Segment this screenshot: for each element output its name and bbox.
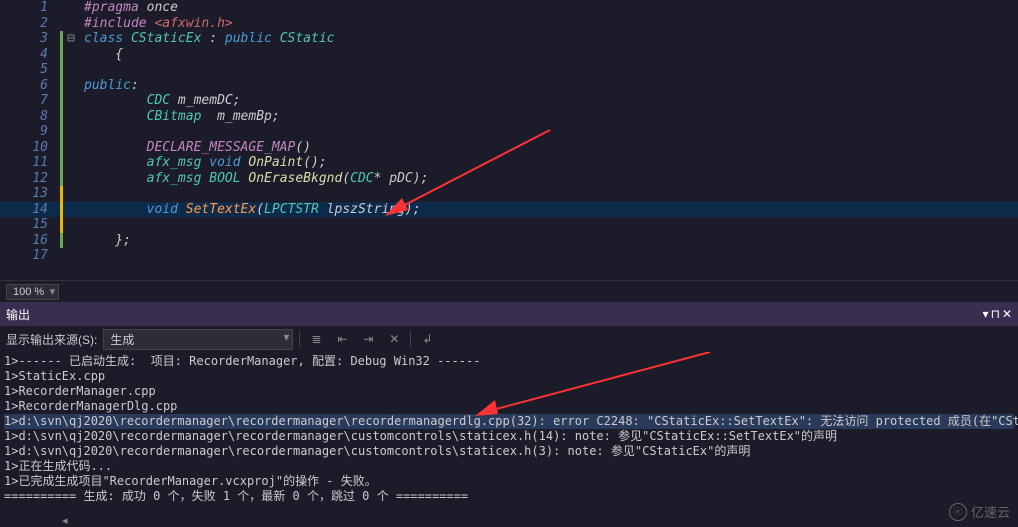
pin-icon[interactable]: ⊓ bbox=[991, 307, 1000, 321]
line-number: 8 bbox=[0, 109, 60, 125]
line-number: 2 bbox=[0, 16, 60, 32]
code-content: afx_msg BOOL OnEraseBkgnd(CDC* pDC); bbox=[76, 171, 428, 187]
output-toolbar: 显示输出来源(S): 生成 ≣ ⇤ ⇥ ✕ ↲ bbox=[0, 326, 1018, 352]
output-line: ========== 生成: 成功 0 个，失败 1 个，最新 0 个，跳过 0… bbox=[4, 489, 1014, 504]
line-number: 10 bbox=[0, 140, 60, 156]
output-source-label: 显示输出来源(S): bbox=[6, 331, 97, 348]
output-header: 输出 ▾ ⊓ ✕ bbox=[0, 302, 1018, 326]
output-line[interactable]: 1>d:\svn\qj2020\recordermanager\recorder… bbox=[4, 444, 1014, 459]
line-number: 7 bbox=[0, 93, 60, 109]
zoom-bar: 100 % ◂ bbox=[0, 280, 1018, 302]
output-line[interactable]: 1>d:\svn\qj2020\recordermanager\recorder… bbox=[4, 429, 1014, 444]
clear-icon[interactable]: ✕ bbox=[384, 329, 404, 349]
output-line: 1>正在生成代码... bbox=[4, 459, 1014, 474]
code-content: #include <afxwin.h> bbox=[76, 16, 233, 32]
wrap-icon[interactable]: ↲ bbox=[417, 329, 437, 349]
watermark-icon: ⓔ bbox=[949, 503, 967, 521]
code-content: CDC m_memDC; bbox=[76, 93, 241, 109]
line-number: 6 bbox=[0, 78, 60, 94]
output-title: 输出 bbox=[6, 306, 30, 323]
zoom-combo[interactable]: 100 % bbox=[6, 284, 59, 300]
line-number: 17 bbox=[0, 248, 60, 264]
line-number: 5 bbox=[0, 62, 60, 78]
prev-message-icon[interactable]: ⇤ bbox=[332, 329, 352, 349]
code-content: void SetTextEx(LPCTSTR lpszString); bbox=[76, 202, 421, 218]
line-number: 14 bbox=[0, 202, 60, 218]
close-icon[interactable]: ✕ bbox=[1002, 307, 1012, 321]
watermark: ⓔ 亿速云 bbox=[949, 502, 1010, 521]
code-content: #pragma once bbox=[76, 0, 178, 16]
line-number: 3 bbox=[0, 31, 60, 47]
code-content: class CStaticEx : public CStatic bbox=[76, 31, 335, 47]
annotation-arrow bbox=[470, 352, 720, 422]
line-number: 12 bbox=[0, 171, 60, 187]
line-number: 4 bbox=[0, 47, 60, 63]
next-message-icon[interactable]: ⇥ bbox=[358, 329, 378, 349]
line-number: 15 bbox=[0, 217, 60, 233]
line-number: 1 bbox=[0, 0, 60, 16]
fold-icon[interactable]: ⊟ bbox=[66, 31, 76, 47]
code-editor[interactable]: 1 #pragma once 2 #include <afxwin.h> 3 ⊟cla… bbox=[0, 0, 1018, 280]
goto-message-icon[interactable]: ≣ bbox=[306, 329, 326, 349]
line-number: 13 bbox=[0, 186, 60, 202]
output-body[interactable]: 1>------ 已启动生成: 项目: RecorderManager, 配置:… bbox=[0, 352, 1018, 527]
line-number: 11 bbox=[0, 155, 60, 171]
line-number: 9 bbox=[0, 124, 60, 140]
annotation-arrow bbox=[380, 120, 560, 220]
code-content: afx_msg void OnPaint(); bbox=[76, 155, 327, 171]
code-content: { bbox=[76, 47, 123, 63]
line-number: 16 bbox=[0, 233, 60, 249]
code-content: CBitmap m_memBp; bbox=[76, 109, 280, 125]
code-content: }; bbox=[76, 233, 131, 249]
output-source-combo[interactable]: 生成 bbox=[103, 329, 293, 350]
panel-controls: ▾ ⊓ ✕ bbox=[983, 307, 1012, 321]
code-content: public: bbox=[76, 78, 139, 94]
code-content: DECLARE_MESSAGE_MAP() bbox=[76, 140, 311, 156]
dropdown-icon[interactable]: ▾ bbox=[983, 307, 989, 321]
output-line: 1>已完成生成项目"RecorderManager.vcxproj"的操作 - … bbox=[4, 474, 1014, 489]
